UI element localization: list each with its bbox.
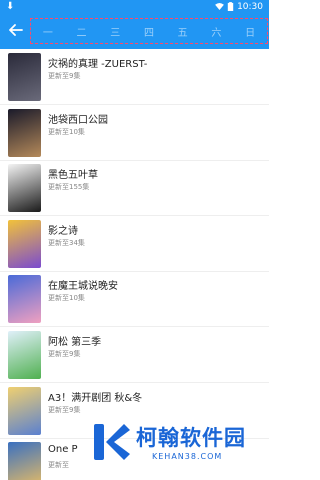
item-title: 池袋西口公园 <box>48 114 108 126</box>
item-update-status: 更新至9集 <box>48 72 81 80</box>
list-item[interactable]: 黑色五叶草 更新至155集 <box>0 160 269 217</box>
weekday-tabs: 一二三四五六日 <box>30 18 268 44</box>
item-update-status: 更新至10集 <box>48 127 85 136</box>
item-title: A3！满开剧团 秋&冬 <box>48 392 143 404</box>
arrow-left-icon <box>9 24 23 36</box>
download-icon: ⬇ <box>6 1 15 12</box>
battery-icon <box>227 2 234 11</box>
item-update-status: 更新至9集 <box>48 405 81 414</box>
tab-day[interactable]: 四 <box>136 24 162 39</box>
status-time: 10:30 <box>237 1 263 12</box>
item-update-status: 更新至34集 <box>48 238 85 247</box>
item-update-status: 更新至155集 <box>48 183 90 192</box>
list-item[interactable]: 阿松 第三季 更新至9集 <box>0 327 269 383</box>
item-title: 影之诗 <box>48 225 78 237</box>
wifi-icon <box>215 3 224 10</box>
cover-image <box>8 53 41 101</box>
cover-image <box>8 219 41 268</box>
item-update-status: 更新至9集 <box>48 350 81 358</box>
item-update-status: 更新至 <box>48 461 69 470</box>
item-title: One P <box>48 444 78 456</box>
cover-image <box>8 442 41 480</box>
item-title: 阿松 第三季 <box>48 337 102 348</box>
list-item[interactable]: 影之诗 更新至34集 <box>0 216 269 272</box>
cover-image <box>8 108 41 157</box>
watermark-logo-icon <box>94 424 130 460</box>
watermark-name: 柯翰软件园 <box>136 426 246 450</box>
tab-day[interactable]: 六 <box>203 24 229 39</box>
list-item[interactable]: 在魔王城说晚安 更新至10集 <box>0 271 269 328</box>
list-item[interactable]: 池袋西口公园 更新至10集 <box>0 105 269 161</box>
cover-image <box>8 275 41 324</box>
item-title: 在魔王城说晚安 <box>48 281 118 293</box>
status-bar: ⬇ 10:30 <box>0 0 269 13</box>
watermark-url: KEHAN38.COM <box>152 452 223 461</box>
back-button[interactable] <box>7 21 25 39</box>
tab-day[interactable]: 二 <box>69 24 95 39</box>
tab-day[interactable]: 三 <box>102 24 128 39</box>
cover-image <box>8 331 41 379</box>
item-update-status: 更新至10集 <box>48 294 85 303</box>
cover-image <box>8 164 41 213</box>
tab-day[interactable]: 一 <box>35 24 61 39</box>
app-bar: 一二三四五六日 <box>0 13 269 49</box>
tab-day[interactable]: 五 <box>170 24 196 39</box>
watermark: 柯翰软件园 KEHAN38.COM <box>90 420 268 478</box>
item-title: 灾祸的真理 -ZUERST- <box>48 59 148 70</box>
list-item[interactable]: 灾祸的真理 -ZUERST- 更新至9集 <box>0 49 269 105</box>
item-title: 黑色五叶草 <box>48 170 98 182</box>
tab-day[interactable]: 日 <box>237 24 263 39</box>
cover-image <box>8 386 41 435</box>
